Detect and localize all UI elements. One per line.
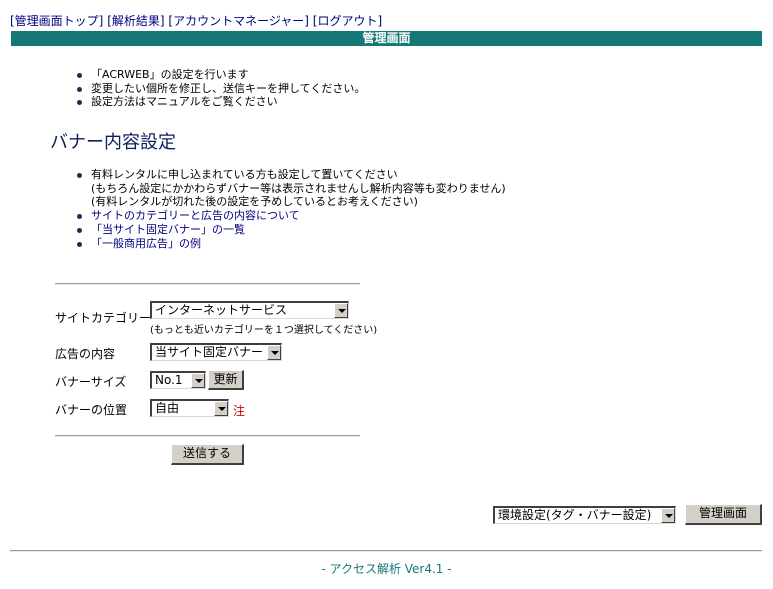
link-category-info[interactable]: サイトのカテゴリーと広告の内容について <box>91 209 300 222</box>
chevron-down-icon[interactable] <box>267 345 281 360</box>
page-title-bar: 管理画面 <box>11 31 762 46</box>
category-label: サイトカテゴリー <box>55 311 152 325</box>
intro-list: 「ACRWEB」の設定を行います 変更したい個所を修正し、送信キーを押してくださ… <box>75 68 365 109</box>
note-item: 「一般商用広告」の例 <box>75 237 506 251</box>
admin-menu-select[interactable]: 環境設定(タグ・バナー設定) <box>493 506 676 524</box>
position-note-link[interactable]: 注 <box>233 402 245 419</box>
nav-link-logout[interactable]: [ログアウト] <box>313 14 382 28</box>
intro-item: 設定方法はマニュアルをご覧ください <box>75 95 365 109</box>
nav-link-results[interactable]: [解析結果] <box>107 14 164 28</box>
note-item: 有料レンタルに申し込まれている方も設定して置いてください <box>75 168 506 182</box>
chevron-down-icon[interactable] <box>334 303 348 318</box>
admin-menu-select-value: 環境設定(タグ・バナー設定) <box>498 508 652 522</box>
banner-position-select-value: 自由 <box>155 401 180 415</box>
ad-content-select[interactable]: 当サイト固定バナー <box>150 343 282 361</box>
nav-link-admin-top[interactable]: [管理画面トップ] <box>10 14 103 28</box>
update-button[interactable]: 更新 <box>208 370 244 390</box>
form-bottom-divider <box>55 435 360 437</box>
form-top-divider <box>55 283 360 285</box>
top-navigation: [管理画面トップ] [解析結果] [アカウントマネージャー] [ログアウト] <box>10 12 382 29</box>
category-select-value: インターネットサービス <box>155 303 288 317</box>
category-hint: (もっとも近いカテゴリーを１つ選択してください) <box>150 325 378 336</box>
nav-link-account-manager[interactable]: [アカウントマネージャー] <box>168 14 309 28</box>
note-item: 「当サイト固定バナー」の一覧 <box>75 223 506 237</box>
chevron-down-icon[interactable] <box>661 508 675 523</box>
note-continuation: (もちろん設定にかかわらずバナー等は表示されませんし解析内容等も変わりません) <box>91 181 506 195</box>
banner-position-label: バナーの位置 <box>55 403 128 417</box>
intro-item: 「ACRWEB」の設定を行います <box>75 68 365 82</box>
ad-content-label: 広告の内容 <box>55 347 116 361</box>
intro-item: 変更したい個所を修正し、送信キーを押してください。 <box>75 82 365 96</box>
note-item: サイトのカテゴリーと広告の内容について <box>75 209 506 223</box>
chevron-down-icon[interactable] <box>191 373 205 388</box>
footer-divider <box>10 550 762 552</box>
banner-size-select[interactable]: No.1 <box>150 371 206 389</box>
ad-content-select-value: 当サイト固定バナー <box>155 345 264 359</box>
admin-screen-button[interactable]: 管理画面 <box>685 504 762 525</box>
notes-list: 有料レンタルに申し込まれている方も設定して置いてください (もちろん設定にかかわ… <box>75 168 506 250</box>
link-commercial-ad-example[interactable]: 「一般商用広告」の例 <box>91 237 201 250</box>
category-select[interactable]: インターネットサービス <box>150 301 349 319</box>
chevron-down-icon[interactable] <box>214 401 228 416</box>
banner-size-label: バナーサイズ <box>55 375 127 389</box>
note-continuation: (有料レンタルが切れた後の設定を予めしているとお考えください) <box>91 195 418 209</box>
section-title: バナー内容設定 <box>50 132 176 153</box>
link-fixed-banner-list[interactable]: 「当サイト固定バナー」の一覧 <box>91 223 245 236</box>
submit-button[interactable]: 送信する <box>171 444 244 465</box>
footer-version: - アクセス解析 Ver4.1 - <box>321 562 452 576</box>
banner-size-select-value: No.1 <box>155 373 183 387</box>
banner-position-select[interactable]: 自由 <box>150 399 229 417</box>
